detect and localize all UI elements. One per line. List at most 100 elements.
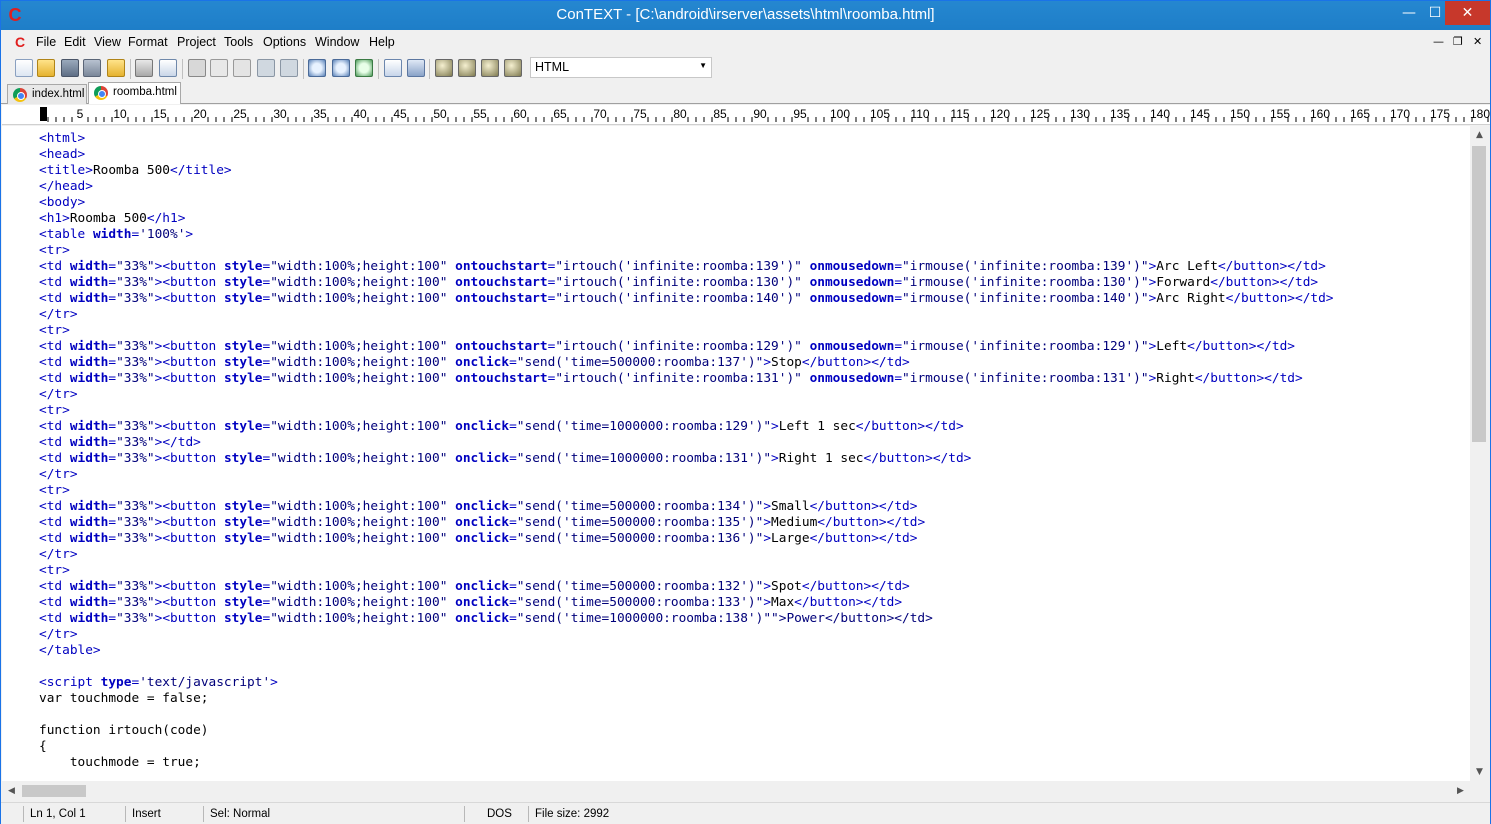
ruler-label: 30 [273,107,287,121]
scroll-down-icon[interactable]: ▼ [1470,763,1489,781]
toolbar-separator [303,59,304,79]
ruler-label: 165 [1350,107,1370,121]
tools-icon[interactable] [407,59,425,77]
code-line: var touchmode = false; [39,691,209,706]
toolbar-separator [378,59,379,79]
ruler-label: 115 [950,107,969,121]
menu-help[interactable]: Help [369,35,395,49]
open-file-icon[interactable] [37,59,55,77]
code-editor[interactable]: <html> <head> <title>Roomba 500</title> </h… [2,126,1470,781]
ruler-label: 15 [153,107,167,121]
replace-icon[interactable] [355,59,373,77]
find-icon[interactable] [308,59,326,77]
ruler-label: 140 [1150,107,1170,121]
ruler-scale: 5 10 15 20 25 30 35 40 45 50 55 60 65 70 75 80 85 90 95 100… [40,107,1490,122]
ruler-label: 180 [1470,107,1490,121]
close-button[interactable]: ✕ [1445,1,1490,25]
menu-edit[interactable]: Edit [64,35,86,49]
ruler-label: 35 [313,107,327,121]
ruler-label: 85 [713,107,727,121]
code-line: <td width="33%"><button style="width:100… [39,579,910,594]
print-icon[interactable] [135,59,153,77]
minimize-button[interactable]: — [1395,1,1423,25]
code-line: </tr> [39,627,78,642]
code-line: <tr> [39,483,70,498]
scroll-left-icon[interactable]: ◀ [2,782,21,800]
menu-file[interactable]: File [36,35,56,49]
paste-icon[interactable] [233,59,251,77]
horizontal-scrollbar[interactable]: ◀ ▶ [2,782,1470,800]
code-line: touchmode = true; [39,755,201,770]
menu-format[interactable]: Format [128,35,168,49]
status-line-endings: DOS [464,806,526,822]
toolbar-separator [429,59,430,79]
code-line: { [39,739,47,754]
new-file-icon[interactable] [15,59,33,77]
code-line: <html> [39,131,86,146]
mdi-close-button[interactable]: ✕ [1473,35,1482,48]
horizontal-scroll-thumb[interactable] [22,785,86,797]
save-all-icon[interactable] [83,59,101,77]
menu-project[interactable]: Project [177,35,216,49]
cut-icon[interactable] [188,59,206,77]
code-line: <script type='text/javascript'> [39,675,278,690]
redo-icon[interactable] [280,59,298,77]
code-line: <td width="33%"></td> [39,435,201,450]
code-line: <td width="33%"><button style="width:100… [39,419,964,434]
scroll-right-icon[interactable]: ▶ [1451,782,1470,800]
ruler-label: 25 [233,107,247,121]
code-line: <tr> [39,323,70,338]
chrome-icon [13,88,27,102]
tab-label: index.html [32,88,85,100]
menu-view[interactable]: View [94,35,121,49]
ruler-label: 175 [1430,107,1450,121]
ruler-label: 90 [753,107,767,121]
menu-window[interactable]: Window [315,35,359,49]
chrome-icon [94,86,108,100]
vertical-scroll-thumb[interactable] [1472,146,1486,442]
code-line: <td width="33%"><button style="width:100… [39,531,918,546]
highlighter-value: HTML [535,60,570,74]
ruler-label: 150 [1230,107,1250,121]
code-line: <tr> [39,403,70,418]
vertical-scrollbar[interactable]: ▲ ▼ [1470,126,1489,781]
code-line: <tr> [39,563,70,578]
menu-tools[interactable]: Tools [224,35,253,49]
find-next-icon[interactable] [332,59,350,77]
menu-options[interactable]: Options [263,35,306,49]
tab-index-html[interactable]: index.html [7,84,87,104]
user-exec-1-icon[interactable] [435,59,453,77]
open-folder-icon[interactable] [107,59,125,77]
ruler-cursor [40,107,47,121]
ruler-label: 145 [1190,107,1210,121]
ruler-label: 100 [830,107,850,121]
toolbar-separator [182,59,183,79]
save-icon[interactable] [61,59,79,77]
code-line: <table width='100%'> [39,227,194,242]
tab-label: roomba.html [113,86,177,98]
code-line: <td width="33%"><button style="width:100… [39,371,1303,386]
scroll-up-icon[interactable]: ▲ [1470,126,1489,144]
ruler-label: 70 [593,107,607,121]
print-preview-icon[interactable] [159,59,177,77]
user-exec-4-icon[interactable] [504,59,522,77]
user-exec-2-icon[interactable] [458,59,476,77]
highlighter-select[interactable]: HTML ▼ [530,57,712,78]
document-icon[interactable]: C [12,34,28,50]
document-properties-icon[interactable] [384,59,402,77]
ruler-label: 160 [1310,107,1330,121]
title-bar[interactable]: C ConTEXT - [C:\android\irserver\assets\… [1,1,1490,30]
ruler-label: 110 [910,107,929,121]
status-file-size: File size: 2992 [528,806,668,822]
copy-icon[interactable] [210,59,228,77]
code-line: <td width="33%"><button style="width:100… [39,499,918,514]
mdi-minimize-button[interactable]: — [1433,35,1444,48]
code-area[interactable]: <html> <head> <title>Roomba 500</title> </h… [39,131,1334,771]
chevron-down-icon[interactable]: ▼ [699,61,707,70]
undo-icon[interactable] [257,59,275,77]
ruler-label: 135 [1110,107,1130,121]
user-exec-3-icon[interactable] [481,59,499,77]
mdi-restore-button[interactable]: ❐ [1453,35,1463,48]
tab-roomba-html[interactable]: roomba.html [88,82,181,104]
